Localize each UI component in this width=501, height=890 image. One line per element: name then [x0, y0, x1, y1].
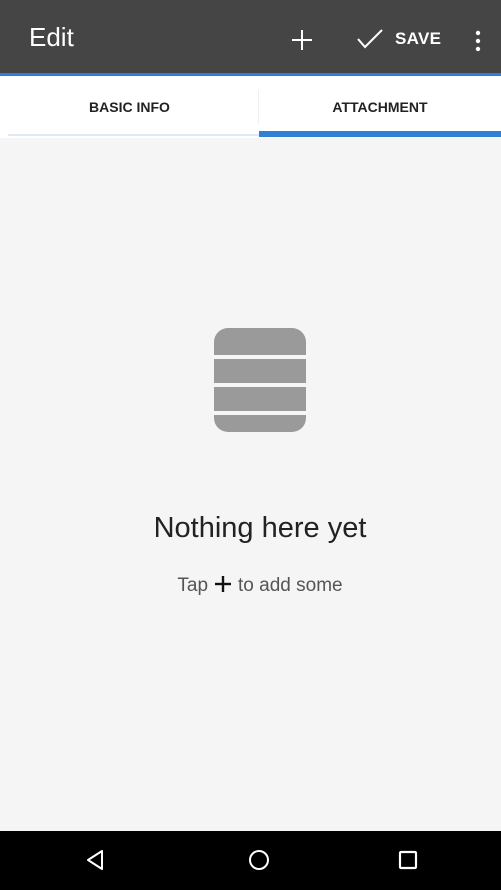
- tab-attachment[interactable]: ATTACHMENT: [259, 76, 501, 138]
- app-bar: Edit SAVE: [0, 0, 501, 76]
- empty-state-hint: Tap to add some: [0, 575, 501, 597]
- plus-icon: [215, 576, 232, 592]
- save-label: SAVE: [395, 29, 442, 48]
- recents-icon[interactable]: [396, 848, 420, 872]
- tab-basic-info-underline: [8, 134, 259, 136]
- database-icon: [212, 328, 308, 432]
- save-button[interactable]: SAVE: [356, 24, 441, 54]
- empty-state-hint-before: Tap: [177, 575, 209, 596]
- empty-state-title: Nothing here yet: [153, 512, 367, 544]
- tab-bar: BASIC INFO ATTACHMENT: [0, 76, 501, 138]
- navigation-bar: [0, 831, 501, 890]
- page-title: Edit: [29, 22, 74, 52]
- tab-attachment-indicator: [259, 131, 501, 137]
- back-icon[interactable]: [84, 848, 108, 872]
- edit-screen: Edit SAVE BASIC INFO ATTACHMENT Nothing …: [0, 0, 501, 890]
- tab-basic-info[interactable]: BASIC INFO: [0, 76, 259, 138]
- overflow-menu-icon[interactable]: [472, 30, 484, 52]
- add-icon[interactable]: [290, 28, 314, 52]
- tab-basic-info-label: BASIC INFO: [89, 99, 170, 115]
- check-icon: [357, 29, 383, 49]
- empty-state-hint-after: to add some: [238, 575, 343, 596]
- home-icon[interactable]: [247, 848, 271, 872]
- tab-attachment-label: ATTACHMENT: [332, 99, 428, 115]
